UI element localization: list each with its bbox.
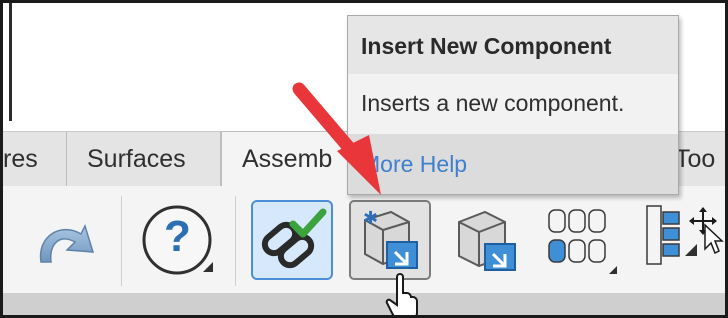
redo-icon (39, 223, 95, 263)
hand-cursor-icon (385, 273, 418, 315)
tab-surfaces-label: Surfaces (87, 145, 186, 173)
linear-pattern-button[interactable] (541, 200, 623, 280)
tab-features-label: res (3, 145, 38, 173)
pattern-icon (548, 209, 617, 274)
screenshot-frame: res Surfaces Assemb Too ? ✱ Insert New C… (0, 0, 728, 318)
status-bar (3, 293, 725, 315)
red-arrow-annotation (292, 82, 381, 195)
help-button[interactable]: ? (137, 200, 219, 280)
tab-features[interactable]: res (3, 132, 67, 186)
toolbar-separator (235, 196, 236, 286)
tab-tools-label: Too (675, 145, 716, 173)
redo-button[interactable] (21, 200, 103, 280)
more-help-link[interactable]: More Help (348, 134, 678, 194)
svg-text:✱: ✱ (363, 208, 378, 229)
help-glyph: ? (164, 212, 191, 261)
insert-components-icon (458, 210, 516, 271)
tooltip-popup: Insert New Component Inserts a new compo… (347, 15, 679, 195)
insert-components-button[interactable] (445, 200, 527, 280)
tooltip-title: Insert New Component (348, 16, 678, 74)
panel-edge (9, 3, 12, 121)
ribbon-toolbar: ? ✱ (3, 186, 725, 293)
insert-new-component-icon: ✱ (363, 208, 418, 269)
tab-surfaces[interactable]: Surfaces (67, 132, 221, 186)
mate-link-icon (261, 208, 327, 269)
tooltip-description: Inserts a new component. (361, 90, 625, 116)
toolbar-separator (121, 196, 122, 286)
mate-button[interactable] (251, 200, 333, 280)
insert-new-component-button[interactable]: ✱ (349, 200, 431, 280)
move-cursor-icon (689, 207, 724, 255)
